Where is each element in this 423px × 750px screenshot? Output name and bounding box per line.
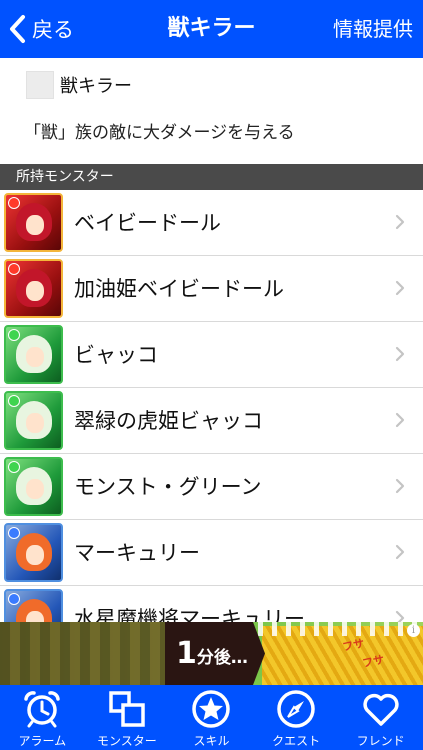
tab-alarm[interactable]: アラーム: [0, 685, 85, 750]
monster-thumbnail: [4, 193, 63, 252]
ad-farm-field: [0, 622, 170, 685]
ad-sound-effect: フサ フサ: [341, 630, 395, 683]
list-item[interactable]: マーキュリー: [0, 520, 423, 586]
ad-headline-text: 分後…: [196, 648, 248, 668]
tab-bar: アラーム モンスター スキル クエスト フレンド: [0, 685, 423, 750]
monster-thumbnail: [4, 523, 63, 582]
monster-name: マーキュリー: [74, 541, 200, 565]
list-item[interactable]: 加油姫ベイビードール: [0, 256, 423, 322]
monster-name: ビャッコ: [74, 343, 158, 367]
section-header: 所持モンスター: [0, 164, 423, 190]
tab-quest[interactable]: クエスト: [254, 685, 339, 750]
nav-bar: 戻る 獣キラー 情報提供: [0, 0, 423, 58]
info-submit-button[interactable]: 情報提供: [333, 0, 413, 58]
monster-name: 水星魔機将マーキュリー: [74, 607, 305, 622]
tab-quest-label: クエスト: [272, 734, 321, 748]
chevron-right-icon: [395, 346, 405, 362]
list-item[interactable]: 翠緑の虎姫ビャッコ: [0, 388, 423, 454]
monster-list: ベイビードール 加油姫ベイビードール ビャッコ 翠緑の虎姫ビャッコ モンスト・グ…: [0, 190, 423, 622]
ad-fusa-1: フサ: [341, 636, 366, 654]
ad-headline-number: 1: [176, 636, 197, 671]
tab-monster[interactable]: モンスター: [85, 685, 170, 750]
tab-friend-label: フレンド: [356, 734, 405, 748]
back-button[interactable]: 戻る: [8, 0, 74, 58]
tab-skill[interactable]: スキル: [169, 685, 254, 750]
monster-cards-icon: [109, 691, 145, 727]
chevron-right-icon: [395, 544, 405, 560]
list-item[interactable]: 水星魔機将マーキュリー: [0, 586, 423, 622]
chevron-left-icon: [10, 15, 25, 43]
heart-icon: [363, 693, 399, 726]
monster-name: 加油姫ベイビードール: [74, 277, 284, 301]
chevron-right-icon: [395, 610, 405, 622]
compass-icon: [277, 690, 315, 728]
skill-icon: [26, 71, 54, 99]
tab-monster-label: モンスター: [97, 734, 157, 748]
back-label: 戻る: [32, 18, 74, 42]
ad-fence: [258, 622, 423, 636]
tab-friend[interactable]: フレンド: [338, 685, 423, 750]
monster-thumbnail: [4, 391, 63, 450]
list-item[interactable]: モンスト・グリーン: [0, 454, 423, 520]
chevron-right-icon: [395, 478, 405, 494]
ad-headline: 1分後…: [176, 622, 248, 685]
list-item[interactable]: ビャッコ: [0, 322, 423, 388]
skill-name: 獣キラー: [60, 76, 132, 97]
skill-header: 獣キラー: [26, 70, 132, 100]
chevron-right-icon: [395, 280, 405, 296]
tab-skill-label: スキル: [193, 734, 230, 748]
monster-name: 翠緑の虎姫ビャッコ: [74, 409, 263, 433]
chevron-right-icon: [395, 214, 405, 230]
monster-thumbnail: [4, 589, 63, 622]
monster-thumbnail: [4, 457, 63, 516]
monster-name: モンスト・グリーン: [74, 475, 262, 499]
monster-thumbnail: [4, 259, 63, 318]
star-icon: [192, 690, 231, 728]
skill-description: 「獣」族の敵に大ダメージを与える: [24, 123, 295, 143]
ad-info-icon[interactable]: i: [407, 624, 420, 637]
monster-name: ベイビードール: [74, 211, 221, 235]
tab-alarm-label: アラーム: [18, 734, 67, 748]
list-item[interactable]: ベイビードール: [0, 190, 423, 256]
monster-thumbnail: [4, 325, 63, 384]
ad-fusa-2: フサ: [361, 652, 386, 671]
chevron-right-icon: [395, 412, 405, 428]
ad-banner[interactable]: 1分後… フサ フサ i: [0, 622, 423, 685]
alarm-clock-icon: [24, 691, 61, 728]
